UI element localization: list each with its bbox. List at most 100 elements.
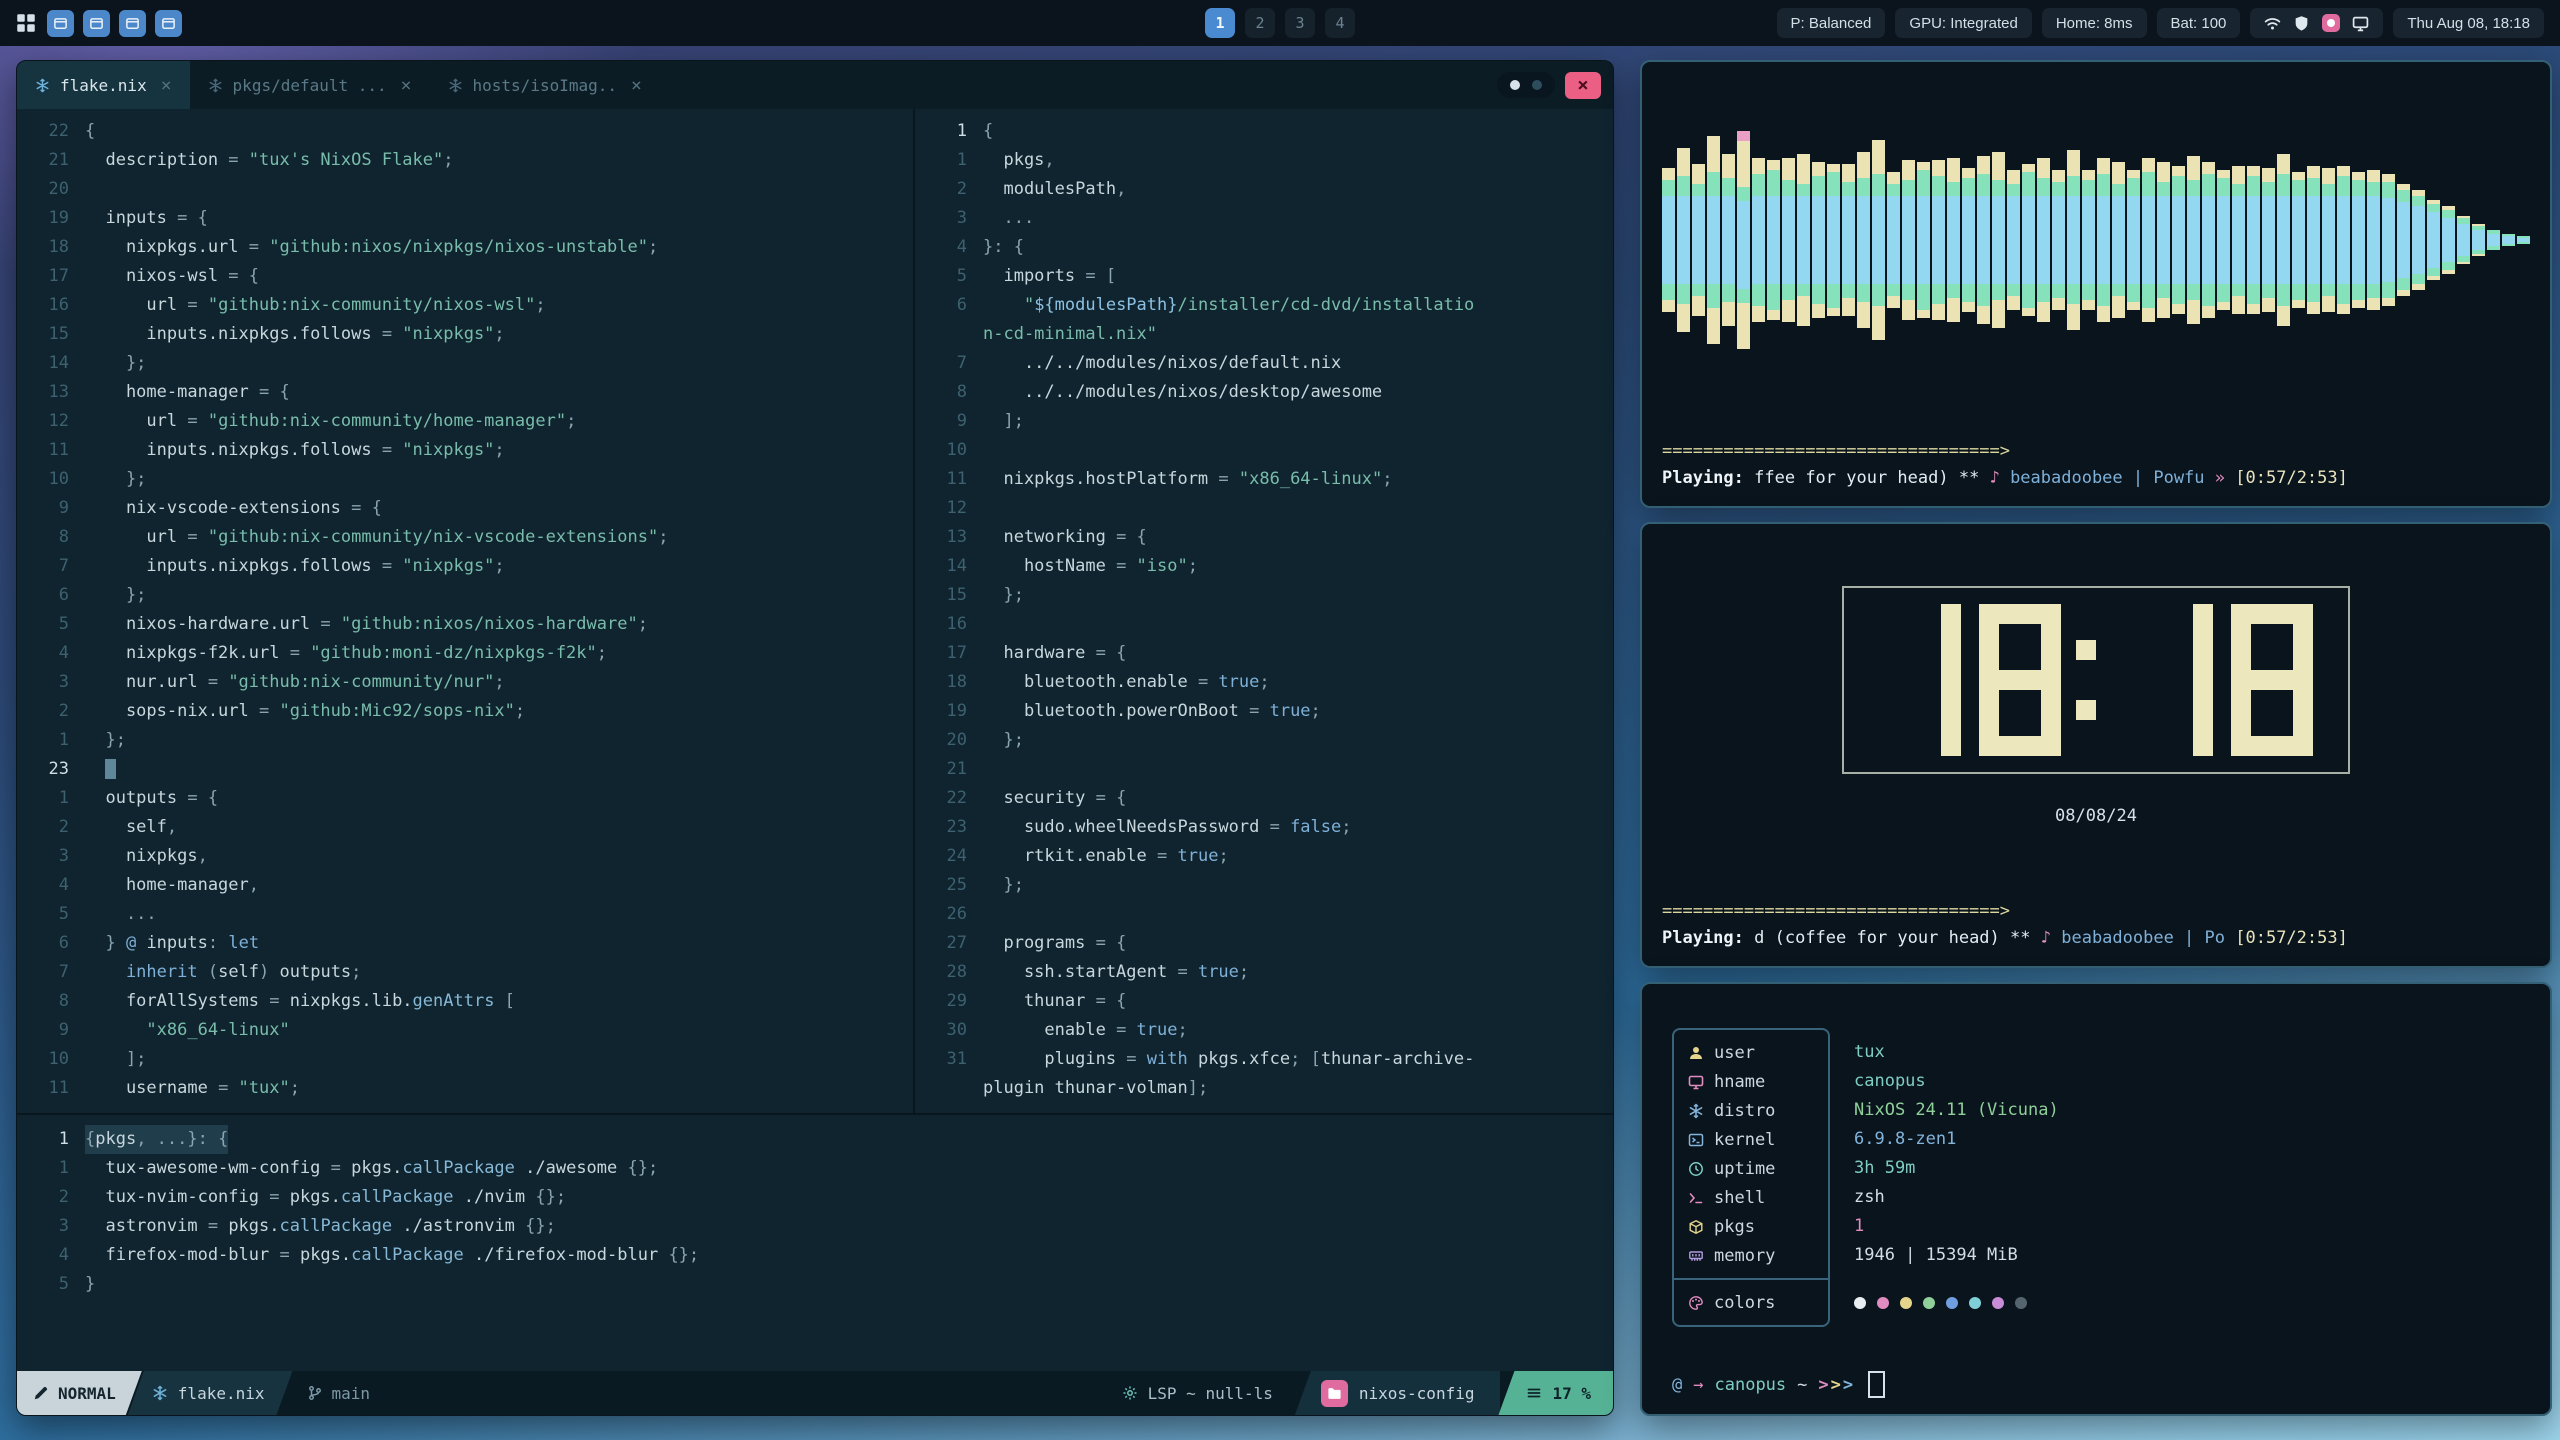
visualizer-bar — [2247, 166, 2260, 314]
visualizer-bar — [2067, 150, 2080, 330]
visualizer-bar — [2292, 172, 2305, 308]
line-number: 7 — [915, 349, 983, 378]
shield-icon[interactable] — [2293, 15, 2310, 32]
separator-line: =================================> — [1662, 898, 2530, 925]
fetch-label: kernel — [1714, 1130, 1775, 1150]
code-line: 3 astronvim = pkgs.callPackage ./astronv… — [17, 1212, 1613, 1241]
visualizer-bar — [2172, 166, 2185, 314]
visualizer-bar — [1902, 160, 1915, 320]
line-number: 2 — [17, 697, 85, 726]
shell-prompt[interactable]: @ → canopus ~ >>> — [1672, 1371, 1885, 1398]
clock-digit — [2231, 604, 2313, 756]
line-number: 25 — [915, 871, 983, 900]
line-number: 9 — [17, 1016, 85, 1045]
status-segment: GPU: Integrated — [1895, 8, 2031, 38]
code-line: 3 nur.url = "github:nix-community/nur"; — [17, 668, 913, 697]
separator-line: =================================> — [1662, 438, 2530, 465]
mode-indicator: NORMAL — [17, 1371, 142, 1415]
line-number: 18 — [17, 233, 85, 262]
line-number: 23 — [915, 813, 983, 842]
package-icon — [1688, 1219, 1704, 1235]
tab-label: pkgs/default ... — [233, 76, 387, 95]
taskbar-app[interactable] — [155, 10, 182, 37]
code-line: 3 nixpkgs, — [17, 842, 913, 871]
code-line: 12 url = "github:nix-community/home-mana… — [17, 407, 913, 436]
code-line: 29 thunar = { — [915, 987, 1613, 1016]
editor-tab[interactable]: hosts/isoImag..× — [430, 61, 660, 109]
clock-date: 08/08/24 — [1642, 806, 2550, 826]
tab-close-icon[interactable]: × — [161, 75, 172, 96]
record-icon[interactable] — [2322, 14, 2340, 32]
visualizer-bar — [1947, 158, 1960, 322]
nix-icon — [35, 78, 50, 93]
color-dot — [1923, 1297, 1935, 1309]
code-line: 21 — [915, 755, 1613, 784]
taskbar-app[interactable] — [47, 10, 74, 37]
workspace-tag[interactable]: 4 — [1325, 8, 1355, 38]
workspace-tag[interactable]: 2 — [1245, 8, 1275, 38]
clock-digit — [1979, 604, 2061, 756]
toggle-switch[interactable] — [1497, 72, 1555, 98]
workspace-tag[interactable]: 1 — [1205, 8, 1235, 38]
workspace-tag[interactable]: 3 — [1285, 8, 1315, 38]
code-pane-bottom[interactable]: 1{pkgs, ...}: {1 tux-awesome-wm-config =… — [17, 1115, 1613, 1371]
terminal-colors — [1854, 1288, 2059, 1317]
fetch-row: memory — [1688, 1241, 1814, 1270]
fetch-label: user — [1714, 1043, 1755, 1063]
git-branch: main — [293, 1371, 389, 1415]
line-number: 4 — [17, 871, 85, 900]
line-number: 2 — [17, 1183, 85, 1212]
visualizer-bar — [2472, 224, 2485, 256]
terminal-cursor[interactable] — [1868, 1371, 1885, 1398]
fetch-row: hname — [1688, 1067, 1814, 1096]
code-line: 20 — [17, 175, 913, 204]
window-close-button[interactable]: × — [1565, 72, 1601, 99]
taskbar-app[interactable] — [83, 10, 110, 37]
code-line: 11 username = "tux"; — [17, 1074, 913, 1103]
statusline-file: flake.nix — [128, 1371, 293, 1415]
code-line: 14 }; — [17, 349, 913, 378]
line-number: 4 — [17, 1241, 85, 1270]
line-number: 28 — [915, 958, 983, 987]
prompt-chevron: > — [1831, 1375, 1841, 1395]
statusline: NORMAL flake.nix main LSP ~ null-ls nixo… — [17, 1371, 1613, 1415]
playing-prefix: Playing: — [1662, 468, 1744, 488]
color-dot — [1969, 1297, 1981, 1309]
line-number: 3 — [17, 1212, 85, 1241]
code-line: plugin thunar-volman]; — [915, 1074, 1613, 1103]
code-line: 18 nixpkgs.url = "github:nixos/nixpkgs/n… — [17, 233, 913, 262]
taskbar-app[interactable] — [119, 10, 146, 37]
line-number: 11 — [915, 465, 983, 494]
tab-close-icon[interactable]: × — [631, 75, 642, 96]
editor-tab[interactable]: pkgs/default ... × — [190, 61, 430, 109]
line-number: 10 — [17, 465, 85, 494]
line-number: 10 — [915, 436, 983, 465]
display-icon[interactable] — [2352, 15, 2369, 32]
line-number: 21 — [915, 755, 983, 784]
fetch-label: colors — [1714, 1293, 1775, 1313]
line-number — [915, 1074, 983, 1103]
wifi-icon[interactable] — [2264, 15, 2281, 32]
fetch-row: uptime — [1688, 1154, 1814, 1183]
code-line: 5 imports = [ — [915, 262, 1613, 291]
tab-close-icon[interactable]: × — [401, 75, 412, 96]
song-title: ffee for your head) ** — [1754, 468, 1979, 488]
fetch-value: NixOS 24.11 (Vicuna) — [1854, 1096, 2059, 1125]
visualizer-bar — [1842, 164, 1855, 316]
app-launcher-icon[interactable] — [16, 13, 36, 33]
person-icon — [1688, 1045, 1704, 1061]
snowflake-icon — [1688, 1103, 1704, 1119]
code-pane-left[interactable]: 22{21 description = "tux's NixOS Flake";… — [17, 109, 915, 1113]
code-line: 18 bluetooth.enable = true; — [915, 668, 1613, 697]
code-pane-right[interactable]: 1{1 pkgs,2 modulesPath,3 ...4}: {5 impor… — [915, 109, 1613, 1113]
status-segment: P: Balanced — [1777, 8, 1886, 38]
code-line: 1{pkgs, ...}: { — [17, 1125, 1613, 1154]
toggle-on-dot — [1510, 80, 1520, 90]
visualizer-bar — [2082, 170, 2095, 310]
visualizer-bar — [1977, 156, 1990, 324]
code-line: 4 home-manager, — [17, 871, 913, 900]
visualizer-bar — [1992, 152, 2005, 328]
visualizer-bar — [2112, 162, 2125, 318]
code-line: 6 }; — [17, 581, 913, 610]
editor-tab[interactable]: flake.nix× — [17, 61, 190, 109]
